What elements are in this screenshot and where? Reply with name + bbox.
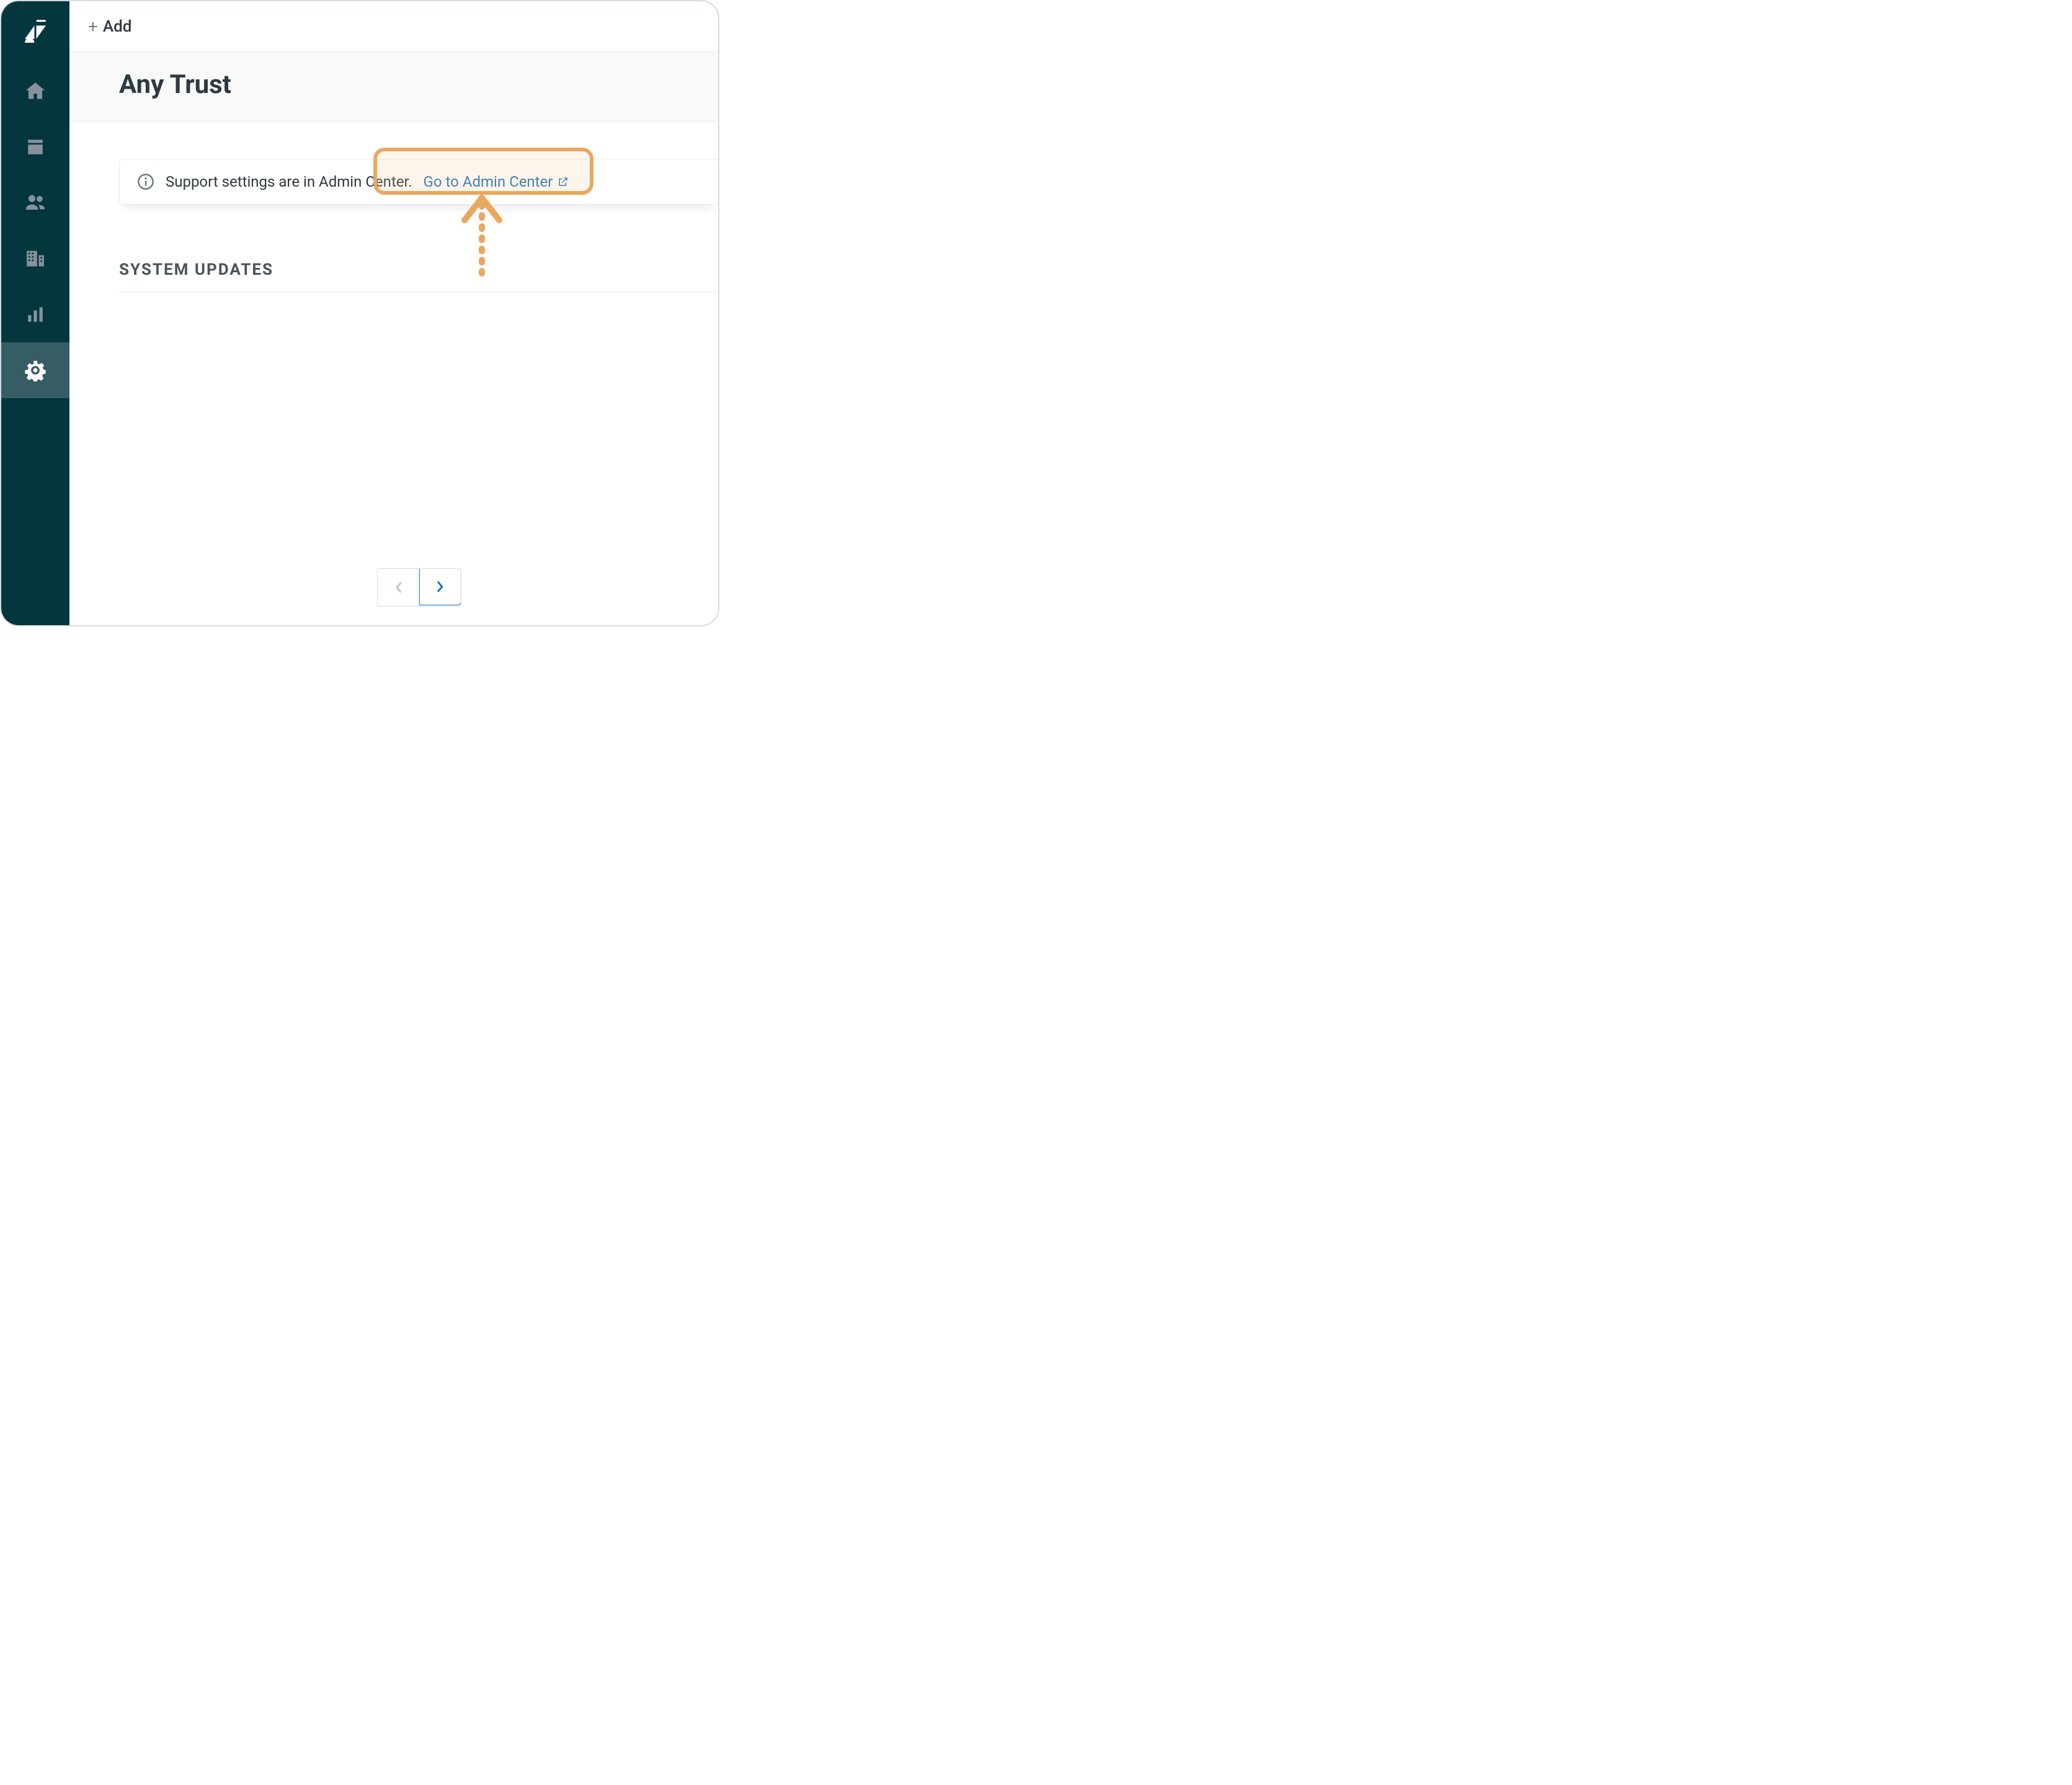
zendesk-logo-icon: [23, 20, 48, 45]
page-title: Any Trust: [119, 69, 718, 100]
product-logo[interactable]: [17, 14, 54, 51]
app-window: + Add Any Trust Support settings are in …: [0, 0, 719, 626]
main-area: + Add Any Trust Support settings are in …: [69, 1, 718, 625]
sidebar-item-views[interactable]: [1, 119, 69, 175]
admin-center-link[interactable]: Go to Admin Center: [424, 173, 569, 190]
topbar: + Add: [69, 1, 718, 52]
pagination-next-button[interactable]: [419, 568, 461, 605]
buildings-icon: [24, 247, 47, 270]
add-button[interactable]: + Add: [82, 14, 138, 40]
page-header: Any Trust: [69, 52, 718, 122]
chevron-left-icon: [394, 582, 402, 593]
pagination-prev-button: [378, 569, 420, 606]
sidebar-item-organizations[interactable]: [1, 231, 69, 287]
pagination: [377, 568, 461, 607]
external-link-icon: [558, 176, 569, 187]
system-updates-heading: SYSTEM UPDATES: [119, 260, 719, 292]
admin-center-link-label: Go to Admin Center: [424, 173, 553, 190]
views-icon: [25, 136, 46, 158]
bar-chart-icon: [25, 304, 46, 325]
add-button-label: Add: [103, 17, 132, 36]
gear-icon: [24, 359, 47, 381]
info-icon: [137, 173, 154, 190]
notice-text: Support settings are in Admin Center.: [166, 173, 412, 190]
chevron-right-icon: [437, 581, 444, 592]
admin-center-notice: Support settings are in Admin Center. Go…: [119, 159, 719, 205]
sidebar-item-home[interactable]: [1, 63, 69, 119]
people-icon: [24, 192, 47, 214]
sidebar: [1, 1, 69, 625]
sidebar-item-admin[interactable]: [1, 342, 69, 398]
home-icon: [24, 80, 47, 102]
sidebar-item-customers[interactable]: [1, 175, 69, 231]
sidebar-item-reporting[interactable]: [1, 287, 69, 342]
content-area: Support settings are in Admin Center. Go…: [69, 122, 718, 625]
plus-icon: +: [88, 18, 98, 35]
